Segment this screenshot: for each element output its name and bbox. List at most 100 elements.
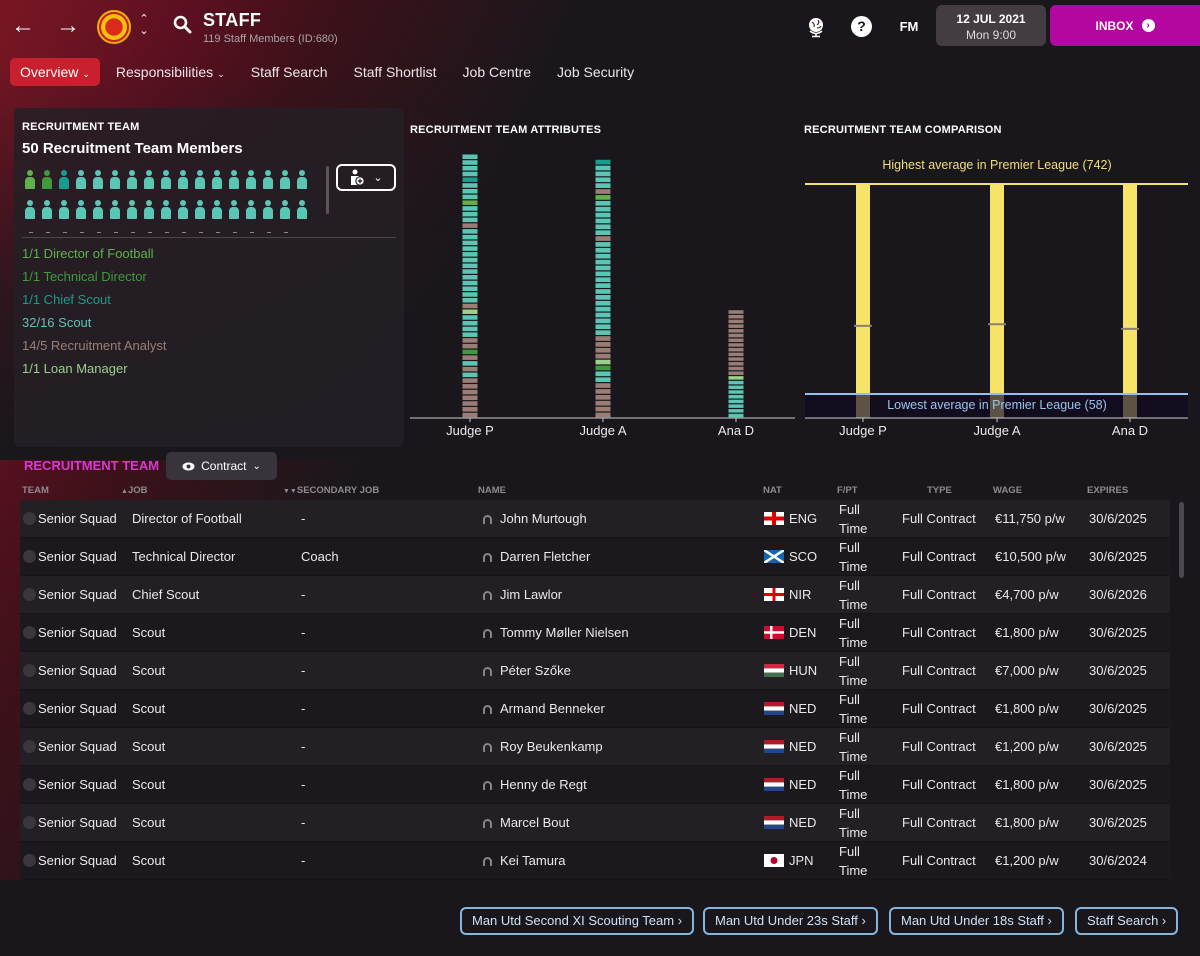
attribute-segment[interactable] [595,336,611,341]
attribute-segment[interactable] [595,389,611,394]
name-cell[interactable]: Tommy Møller Nielsen [483,625,629,640]
attribute-segment[interactable] [595,183,611,188]
attribute-segment[interactable] [595,300,611,306]
view-dropdown[interactable]: Contract ⌄ [166,452,277,480]
attribute-segment[interactable] [462,412,478,418]
globe-icon[interactable] [805,16,827,38]
attribute-segment[interactable] [728,390,744,394]
column-header-job[interactable]: ▲JOB [121,485,147,496]
table-row[interactable]: Senior Squad Scout - Roy Beukenkamp NED Full T… [20,728,1170,766]
inbox-button[interactable]: INBOX › [1050,5,1200,46]
link-staff-search[interactable]: Staff Search › [1075,907,1179,935]
comparison-bar[interactable] [990,184,1004,394]
attribute-segment[interactable] [595,259,611,265]
attribute-segment[interactable] [462,384,478,389]
column-header-team[interactable]: TEAM [22,485,49,496]
attribute-segment[interactable] [595,306,611,312]
attribute-segment[interactable] [595,200,611,206]
person-icon[interactable] [260,200,277,220]
person-icon[interactable] [294,200,311,220]
attribute-segment[interactable] [462,395,478,401]
person-icon[interactable] [175,200,192,220]
attribute-segment[interactable] [462,217,478,223]
person-icon[interactable] [226,200,243,220]
attribute-segment[interactable] [728,362,744,366]
attribute-segment[interactable] [595,342,611,347]
attribute-segment[interactable] [462,246,478,251]
attribute-segment[interactable] [595,353,611,359]
name-cell[interactable]: Darren Fletcher [483,549,590,564]
attribute-segment[interactable] [462,211,478,217]
attribute-segment[interactable] [462,297,478,303]
table-row[interactable]: Senior Squad Scout - Henny de Regt NED Full Ti… [20,766,1170,804]
forward-icon[interactable]: → [56,14,80,38]
person-icon[interactable] [39,200,56,220]
attribute-segment[interactable] [462,343,478,349]
select-checkbox[interactable] [23,664,36,677]
attribute-segment[interactable] [595,224,611,230]
attribute-segment[interactable] [595,212,611,218]
person-icon[interactable] [56,200,73,220]
attribute-segment[interactable] [595,347,611,353]
person-icon[interactable] [158,200,175,220]
table-row[interactable]: Senior Squad Scout - Armand Benneker NED Full… [20,690,1170,728]
person-icon[interactable] [107,200,124,220]
attribute-segment[interactable] [595,253,611,259]
comparison-bar[interactable] [856,184,870,394]
attribute-segment[interactable] [595,377,611,383]
attribute-segment[interactable] [595,359,611,365]
attribute-segment[interactable] [595,400,611,406]
name-cell[interactable]: Kei Tamura [483,853,566,868]
attribute-segment[interactable] [462,234,478,240]
person-icon[interactable] [209,170,226,190]
tab-overview[interactable]: Overview ⌄ [10,58,100,86]
attribute-segment[interactable] [462,263,478,269]
attribute-segment[interactable] [462,286,478,292]
role-summary-item[interactable]: 32/16 Scout [22,311,167,334]
attribute-segment[interactable] [462,240,478,246]
club-switch-chevrons-icon[interactable]: ⌃ ⌄ [137,13,151,37]
link-under-23s-staff[interactable]: Man Utd Under 23s Staff › [703,907,878,935]
person-icon[interactable] [39,170,56,190]
person-icon[interactable] [260,170,277,190]
club-crest-icon[interactable] [97,10,131,44]
attribute-segment[interactable] [462,389,478,395]
table-row[interactable]: Senior Squad Technical Director Coach Darre… [20,538,1170,576]
column-header-type[interactable]: TYPE [927,485,952,496]
attribute-segment[interactable] [595,218,611,224]
column-header-wage[interactable]: WAGE [993,485,1022,496]
attribute-segment[interactable] [462,338,478,343]
people-scrollbar[interactable] [326,166,329,214]
attribute-segment[interactable] [595,406,611,412]
attribute-segment[interactable] [595,265,611,271]
table-row[interactable]: Senior Squad Chief Scout - Jim Lawlor NIR Ful… [20,576,1170,614]
attribute-segment[interactable] [595,177,611,183]
person-icon[interactable] [209,200,226,220]
attribute-segment[interactable] [462,154,478,160]
select-checkbox[interactable] [23,816,36,829]
attribute-segment[interactable] [462,320,478,326]
person-icon[interactable] [22,200,39,220]
attribute-segment[interactable] [462,361,478,366]
attribute-segment[interactable] [595,371,611,377]
attribute-segment[interactable] [462,366,478,372]
attribute-segment[interactable] [728,371,744,375]
attribute-segment[interactable] [462,326,478,332]
attribute-segment[interactable] [462,183,478,188]
attribute-segment[interactable] [728,404,744,408]
attribute-segment[interactable] [595,230,611,236]
person-icon[interactable] [107,170,124,190]
person-icon[interactable] [22,170,39,190]
person-icon[interactable] [73,170,90,190]
attribute-segment[interactable] [728,399,744,404]
attribute-segment[interactable] [462,315,478,320]
attribute-segment[interactable] [462,200,478,205]
person-icon[interactable] [90,170,107,190]
person-icon[interactable] [243,200,260,220]
select-checkbox[interactable] [23,702,36,715]
person-icon[interactable] [124,170,141,190]
attribute-segment[interactable] [728,394,744,399]
link-under-18s-staff[interactable]: Man Utd Under 18s Staff › [889,907,1064,935]
attribute-segment[interactable] [728,409,744,413]
role-summary-item[interactable]: 14/5 Recruitment Analyst [22,334,167,357]
